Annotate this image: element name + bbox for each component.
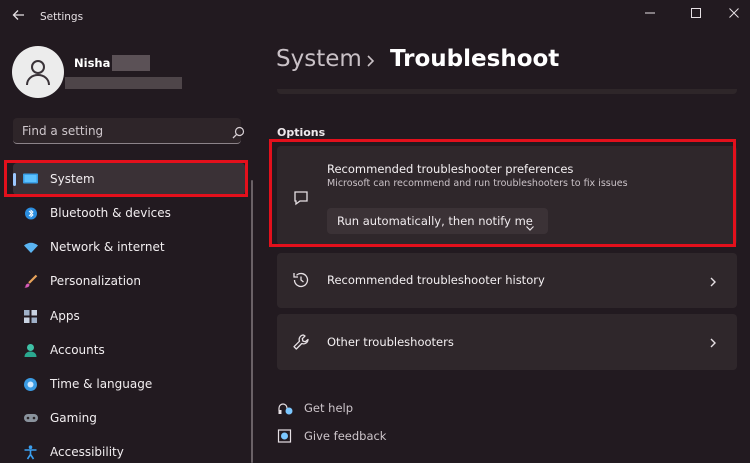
sidebar-item-network[interactable]: Network & internet xyxy=(13,231,245,263)
user-name: Nisha xyxy=(74,56,111,70)
globe-clock-icon xyxy=(22,376,39,392)
history-title: Recommended troubleshooter history xyxy=(327,273,545,287)
sidebar-item-label: Accessibility xyxy=(50,445,124,459)
highlight-box-system xyxy=(4,160,248,197)
search-box[interactable] xyxy=(13,118,245,144)
feedback-icon xyxy=(277,428,293,444)
sidebar-item-time-language[interactable]: Time & language xyxy=(13,368,245,400)
chevron-right-icon xyxy=(708,274,718,288)
troubleshooter-history-card[interactable]: Recommended troubleshooter history xyxy=(277,253,737,308)
sidebar-scrollbar[interactable] xyxy=(251,180,253,463)
sidebar-item-label: Network & internet xyxy=(50,240,165,254)
redacted-name xyxy=(112,55,150,71)
close-icon xyxy=(729,8,739,18)
close-button[interactable] xyxy=(718,2,750,24)
other-troubleshooters-title: Other troubleshooters xyxy=(327,335,454,349)
scrolled-card-edge xyxy=(277,89,737,94)
maximize-button[interactable] xyxy=(673,2,719,24)
sidebar-item-label: Time & language xyxy=(50,377,153,391)
sidebar-item-accessibility[interactable]: Accessibility xyxy=(13,436,245,463)
sidebar-item-label: Accounts xyxy=(50,343,105,357)
get-help-label: Get help xyxy=(304,401,354,415)
gamepad-icon xyxy=(22,410,39,426)
accessibility-icon xyxy=(22,444,39,460)
chevron-right-icon xyxy=(365,53,377,67)
sidebar-item-label: Apps xyxy=(50,309,80,323)
minimize-button[interactable] xyxy=(627,2,673,24)
person-avatar-icon xyxy=(26,60,50,86)
sidebar-item-apps[interactable]: Apps xyxy=(13,300,245,332)
other-troubleshooters-card[interactable]: Other troubleshooters xyxy=(277,314,737,370)
wrench-icon xyxy=(291,332,311,352)
sidebar-item-accounts[interactable]: Accounts xyxy=(13,334,245,366)
search-input[interactable] xyxy=(13,118,213,143)
sidebar-item-personalization[interactable]: Personalization xyxy=(13,265,245,297)
maximize-icon xyxy=(691,8,701,18)
search-icon[interactable] xyxy=(232,124,245,139)
sidebar-item-label: Bluetooth & devices xyxy=(50,206,171,220)
title-bar: Settings xyxy=(0,0,750,34)
page-title: Troubleshoot xyxy=(390,46,560,72)
section-title-options: Options xyxy=(277,126,326,139)
highlight-box-preferences xyxy=(269,139,736,247)
minimize-icon xyxy=(645,12,655,14)
chevron-right-icon xyxy=(708,335,718,349)
sidebar-item-label: Gaming xyxy=(50,411,97,425)
bluetooth-icon xyxy=(22,205,39,221)
paintbrush-icon xyxy=(22,273,39,289)
help-icon xyxy=(277,400,293,416)
sidebar-item-gaming[interactable]: Gaming xyxy=(13,402,245,434)
sidebar-item-label: Personalization xyxy=(50,274,141,288)
person-icon xyxy=(22,342,39,358)
breadcrumb-parent[interactable]: System xyxy=(276,46,362,72)
wifi-icon xyxy=(22,239,39,255)
app-title: Settings xyxy=(40,11,84,23)
redacted-email xyxy=(65,77,182,89)
sidebar-item-bluetooth[interactable]: Bluetooth & devices xyxy=(13,197,245,229)
give-feedback-label: Give feedback xyxy=(304,429,387,443)
avatar[interactable] xyxy=(12,46,64,98)
history-icon xyxy=(291,270,311,290)
apps-icon xyxy=(22,308,39,324)
back-arrow-icon[interactable] xyxy=(10,6,28,24)
